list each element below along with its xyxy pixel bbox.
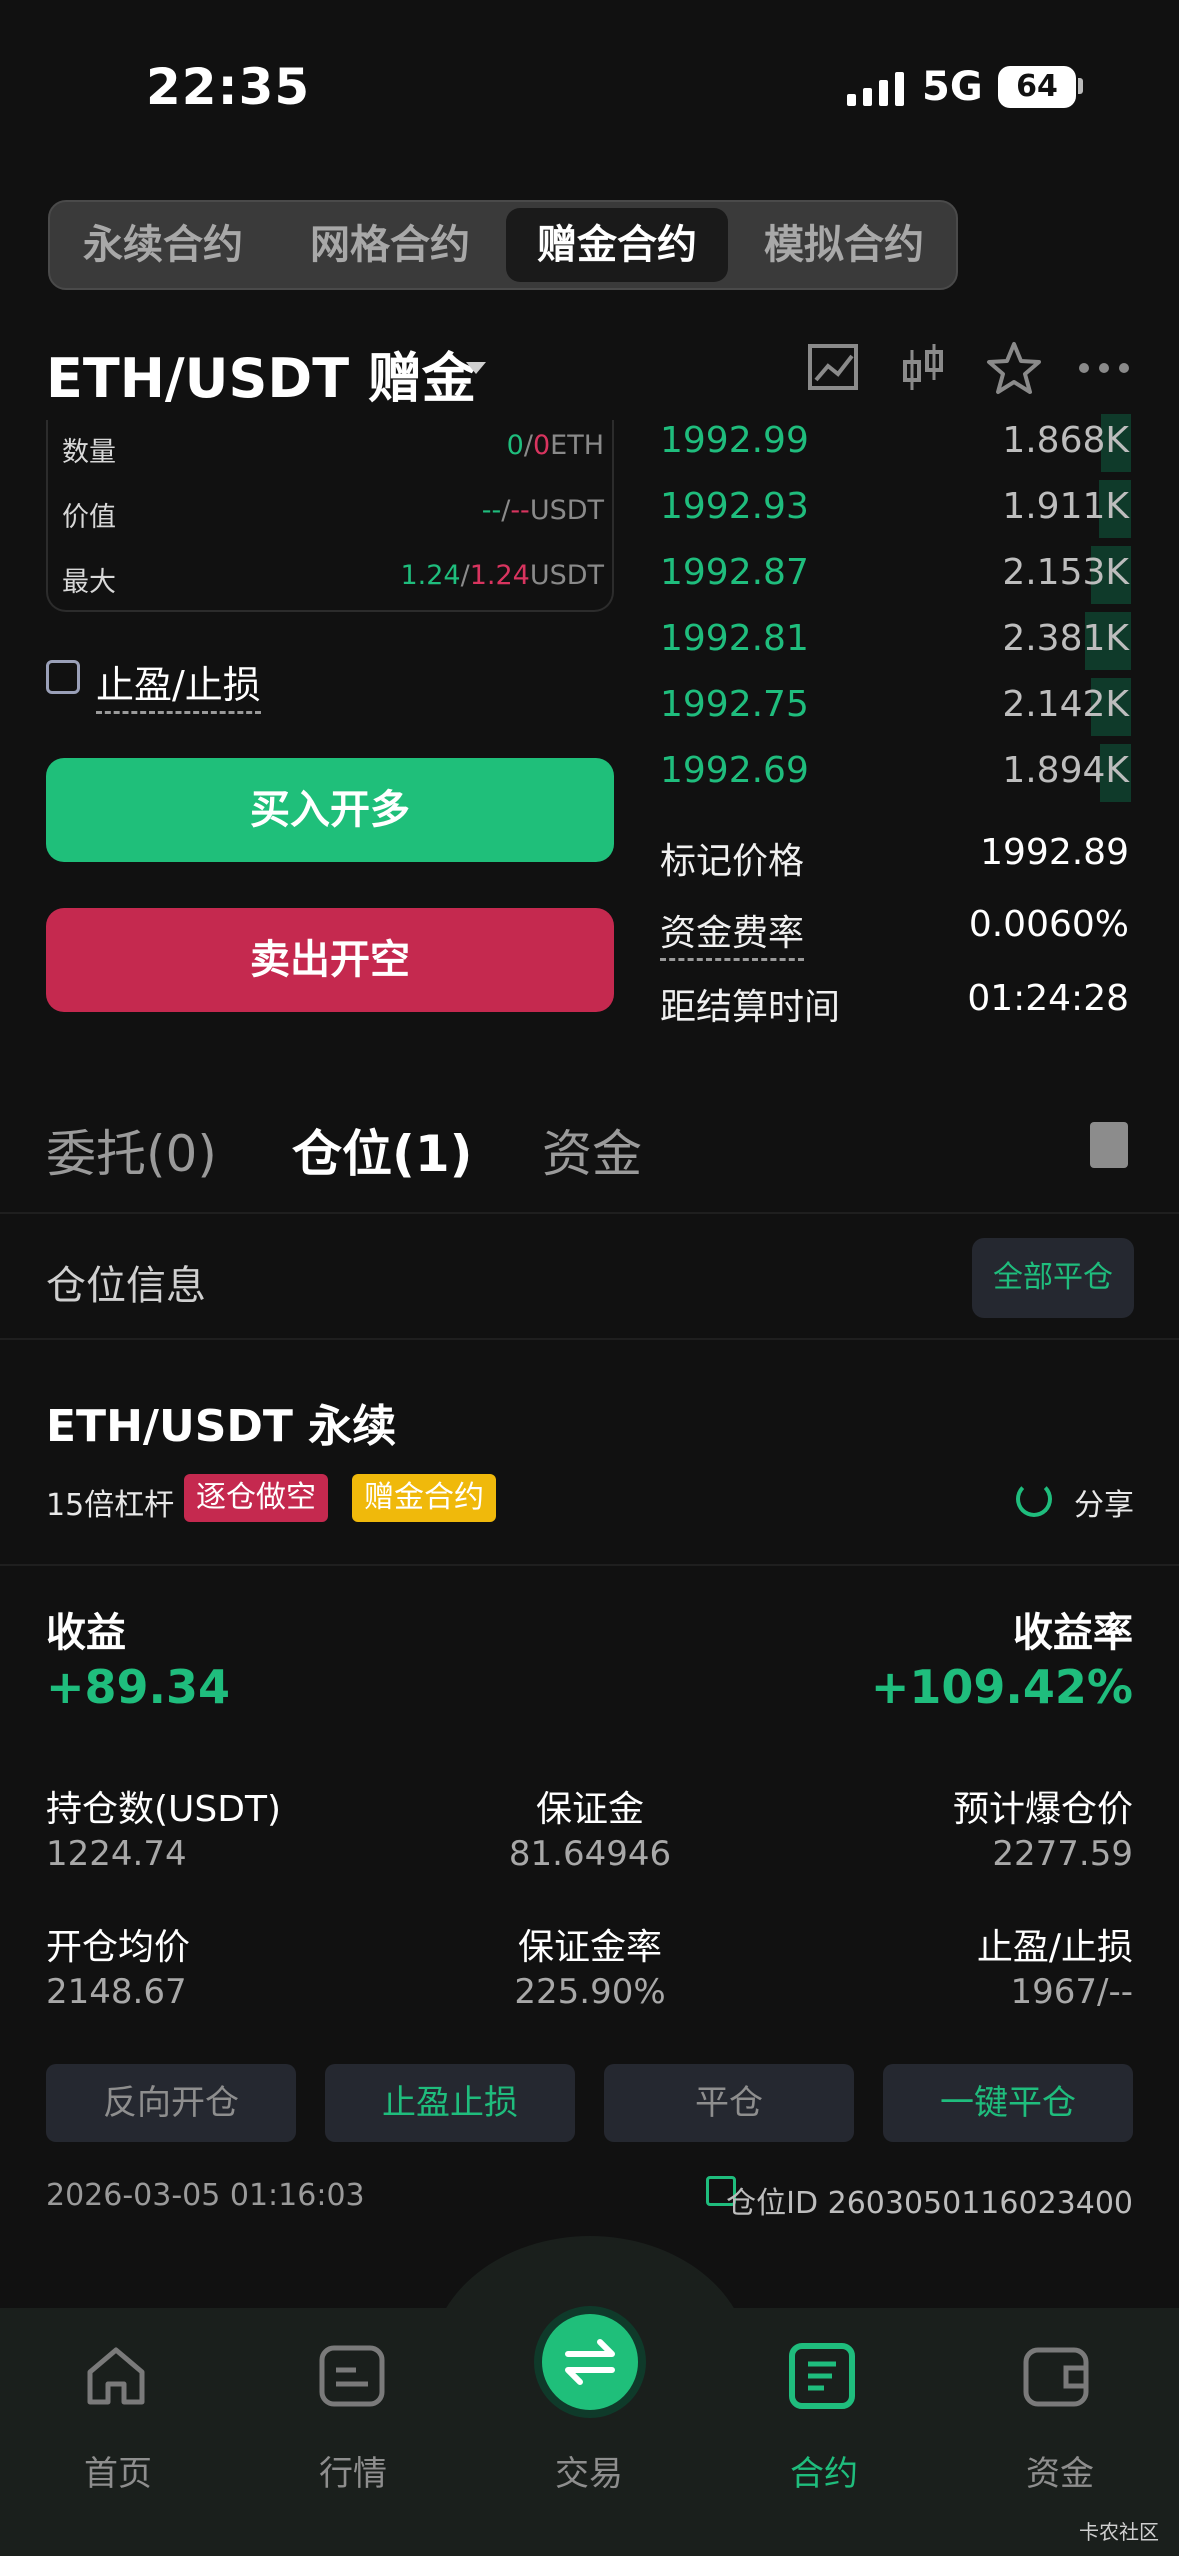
divider xyxy=(0,1564,1179,1566)
roe-value: +109.42% xyxy=(870,1660,1133,1714)
pair-selector[interactable]: ETH/USDT 赠金 xyxy=(46,334,476,413)
leverage-label: 15倍杠杆 xyxy=(46,1488,175,1523)
contract-type-badge: 赠金合约 xyxy=(352,1474,496,1522)
status-time: 22:35 xyxy=(146,58,311,116)
candlestick-icon[interactable] xyxy=(896,340,952,396)
swap-icon[interactable] xyxy=(560,2332,620,2392)
max-label: 最大 xyxy=(62,567,116,598)
document-icon[interactable] xyxy=(1090,1122,1128,1168)
share-icon[interactable] xyxy=(1016,1481,1052,1517)
share-button[interactable]: 分享 xyxy=(1074,1480,1134,1524)
orderbook-quantity: 2.142K xyxy=(1002,684,1129,725)
segment-bonus[interactable]: 赠金合约 xyxy=(506,208,728,282)
orderbook-quantity: 1.894K xyxy=(1002,750,1129,791)
wallet-icon[interactable] xyxy=(1020,2340,1092,2412)
close-position-button[interactable]: 平仓 xyxy=(604,2064,854,2142)
line-chart-icon[interactable] xyxy=(806,340,862,396)
orderbook-quantity: 1.911K xyxy=(1002,486,1129,527)
settlement-countdown: 01:24:28 xyxy=(967,978,1129,1019)
one-click-close-button[interactable]: 一键平仓 xyxy=(883,2064,1133,2142)
position-timestamp: 2026-03-05 01:16:03 xyxy=(46,2178,365,2213)
tpsl-label[interactable]: 止盈/止损 xyxy=(96,654,261,714)
pnl-value: +89.34 xyxy=(46,1660,231,1714)
tab-home[interactable]: 首页 xyxy=(38,2446,198,2495)
entry-price-label: 开仓均价 xyxy=(46,1927,191,1968)
orderbook-price[interactable]: 1992.69 xyxy=(660,750,809,791)
position-id: 仓位ID 2603050116023400 xyxy=(726,2186,1133,2221)
margin-ratio-label: 保证金率 xyxy=(517,1927,662,1968)
orderbook-quantity: 2.381K xyxy=(1002,618,1129,659)
value-value: --/--USDT xyxy=(481,495,604,526)
position-size-label: 持仓数(USDT) xyxy=(46,1789,282,1830)
buy-long-button[interactable]: 买入开多 xyxy=(46,758,614,862)
margin-value: 81.64946 xyxy=(508,1834,672,1874)
tab-trade[interactable]: 交易 xyxy=(509,2446,669,2495)
orderbook-price[interactable]: 1992.99 xyxy=(660,420,809,461)
value-label: 价值 xyxy=(62,502,116,533)
reverse-position-button[interactable]: 反向开仓 xyxy=(46,2064,296,2142)
chevron-down-icon[interactable] xyxy=(466,362,486,374)
close-all-button[interactable]: 全部平仓 xyxy=(972,1238,1134,1318)
funding-rate-value: 0.0060% xyxy=(968,904,1129,945)
segment-demo[interactable]: 模拟合约 xyxy=(733,208,955,282)
home-icon[interactable] xyxy=(80,2340,152,2412)
tab-funds-nav[interactable]: 资金 xyxy=(980,2446,1140,2495)
tpsl-button[interactable]: 止盈止损 xyxy=(325,2064,575,2142)
settlement-label: 距结算时间 xyxy=(660,987,841,1028)
network-type: 5G xyxy=(922,64,983,110)
quantity-label: 数量 xyxy=(62,437,116,468)
tab-funds[interactable]: 资金 xyxy=(542,1114,642,1186)
battery-icon: 64 xyxy=(998,66,1076,108)
pnl-label: 收益 xyxy=(46,1610,126,1656)
sell-short-button[interactable]: 卖出开空 xyxy=(46,908,614,1012)
star-icon[interactable] xyxy=(986,340,1042,396)
segment-perpetual[interactable]: 永续合约 xyxy=(52,208,274,282)
liq-price-value: 2277.59 xyxy=(992,1834,1133,1874)
watermark: 卡农社区 xyxy=(1079,2520,1159,2544)
market-icon[interactable] xyxy=(316,2340,388,2412)
cellular-signal-icon xyxy=(847,72,904,106)
funding-rate-label[interactable]: 资金费率 xyxy=(660,904,805,961)
orderbook-quantity: 1.868K xyxy=(1002,420,1129,461)
tab-market[interactable]: 行情 xyxy=(273,2446,433,2495)
liq-price-label: 预计爆仓价 xyxy=(952,1789,1133,1830)
entry-price-value: 2148.67 xyxy=(46,1972,187,2012)
tab-orders[interactable]: 委托(0) xyxy=(46,1114,217,1186)
tab-positions[interactable]: 仓位(1) xyxy=(292,1114,473,1186)
orderbook-quantity: 2.153K xyxy=(1002,552,1129,593)
position-size-value: 1224.74 xyxy=(46,1834,187,1874)
orderbook-price[interactable]: 1992.87 xyxy=(660,552,809,593)
roe-label: 收益率 xyxy=(1013,1610,1133,1656)
margin-mode-badge: 逐仓做空 xyxy=(184,1474,328,1522)
orderbook-price[interactable]: 1992.75 xyxy=(660,684,809,725)
tpsl-status-value: 1967/-- xyxy=(1010,1972,1133,2012)
divider xyxy=(0,1212,1179,1214)
position-info-label: 仓位信息 xyxy=(46,1263,206,1309)
mark-price-label: 标记价格 xyxy=(660,841,805,882)
contract-icon[interactable] xyxy=(786,2340,858,2412)
margin-label: 保证金 xyxy=(535,1789,644,1830)
mark-price-value: 1992.89 xyxy=(980,832,1129,873)
orderbook-price[interactable]: 1992.93 xyxy=(660,486,809,527)
tpsl-status-label: 止盈/止损 xyxy=(976,1927,1133,1968)
quantity-value: 0/0ETH xyxy=(506,430,604,461)
orderbook-price[interactable]: 1992.81 xyxy=(660,618,809,659)
tpsl-checkbox[interactable] xyxy=(46,660,80,694)
more-icon[interactable] xyxy=(1076,340,1132,396)
divider xyxy=(0,1338,1179,1340)
battery-tip xyxy=(1078,78,1083,94)
tab-contract[interactable]: 合约 xyxy=(744,2446,904,2495)
position-title: ETH/USDT 永续 xyxy=(46,1401,397,1452)
segment-grid[interactable]: 网格合约 xyxy=(279,208,501,282)
max-value: 1.24/1.24USDT xyxy=(400,560,604,591)
margin-ratio-value: 225.90% xyxy=(514,1972,666,2012)
